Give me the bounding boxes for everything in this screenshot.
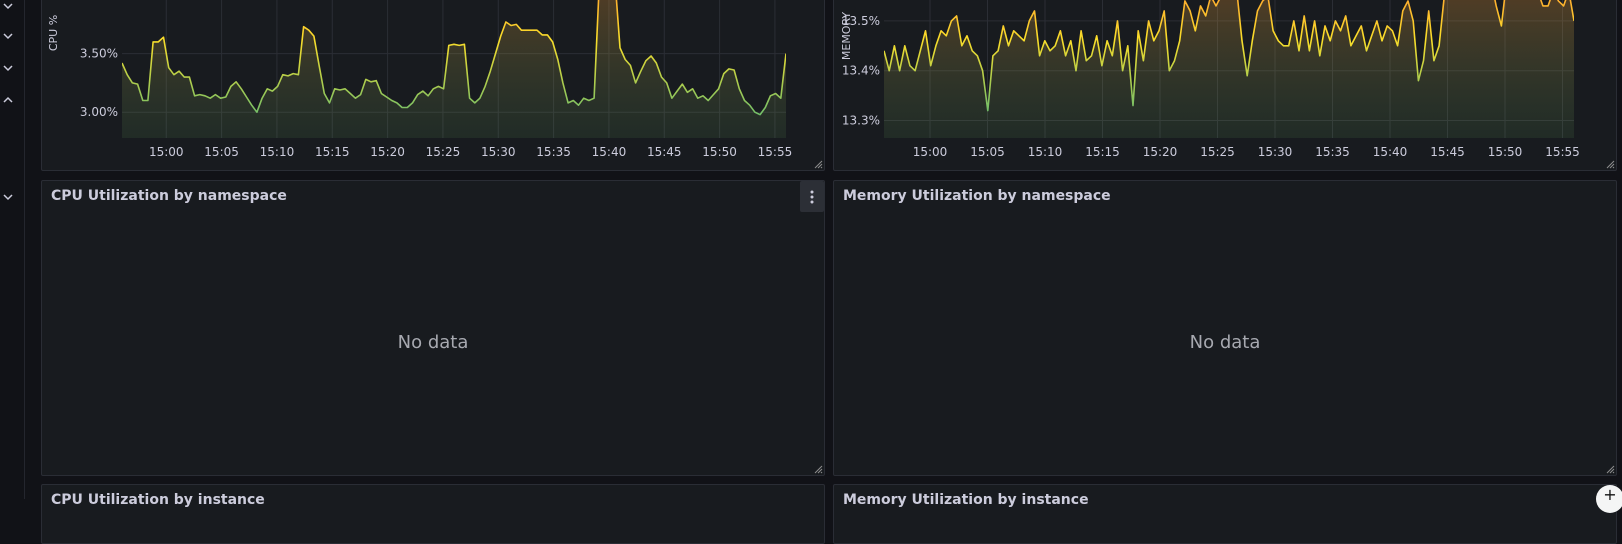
add-button[interactable]: + (1596, 485, 1622, 513)
no-data-message: No data (397, 332, 469, 353)
no-data-message: No data (1189, 332, 1261, 353)
memory-by-instance-panel: Memory Utilization by instance (833, 484, 1617, 544)
x-tick-label: 15:00 (149, 145, 184, 159)
cpu-by-instance-panel: CPU Utilization by instance (41, 484, 825, 544)
cpu-usage-panel: 4.00% 3.50% 3.00% 15:00 15:05 15:10 15:15 15:20… (41, 0, 825, 171)
x-tick-label: 15:10 (260, 145, 295, 159)
x-tick-label: 15:05 (204, 145, 239, 159)
x-tick-label: 15:50 (1488, 145, 1523, 159)
panel-title: CPU Utilization by namespace (51, 188, 287, 204)
x-tick-label: 15:25 (1200, 145, 1235, 159)
panel-title: CPU Utilization by instance (51, 492, 265, 508)
x-tick-label: 15:40 (592, 145, 627, 159)
x-tick-label: 15:25 (426, 145, 461, 159)
y-tick-label: 3.50% (80, 47, 118, 61)
x-tick-label: 15:35 (1315, 145, 1350, 159)
x-tick-label: 15:50 (702, 145, 737, 159)
x-tick-label: 15:10 (1028, 145, 1063, 159)
x-tick-label: 15:35 (536, 145, 571, 159)
y-tick-label: 13.4% (842, 64, 880, 78)
left-rail (0, 0, 25, 499)
y-tick-label: 3.00% (80, 105, 118, 119)
chevron-down-icon[interactable] (2, 192, 14, 202)
x-tick-label: 15:45 (647, 145, 682, 159)
x-tick-label: 15:15 (1085, 145, 1120, 159)
memory-by-namespace-panel: Memory Utilization by namespace No data (833, 180, 1617, 476)
panel-title: Memory Utilization by namespace (843, 188, 1111, 204)
x-tick-label: 15:55 (758, 145, 793, 159)
chevron-down-icon[interactable] (2, 1, 14, 11)
x-tick-label: 15:20 (1143, 145, 1178, 159)
x-tick-label: 15:40 (1373, 145, 1408, 159)
resize-handle-icon[interactable] (1605, 464, 1615, 474)
resize-handle-icon[interactable] (1605, 159, 1615, 169)
chevron-down-icon[interactable] (2, 63, 14, 73)
x-tick-label: 15:30 (1258, 145, 1293, 159)
y-axis-label: CPU % (47, 15, 60, 51)
resize-handle-icon[interactable] (813, 159, 823, 169)
x-tick-label: 15:15 (315, 145, 350, 159)
x-tick-label: 15:00 (913, 145, 948, 159)
x-tick-label: 15:20 (370, 145, 405, 159)
x-tick-label: 15:30 (481, 145, 516, 159)
panel-menu-button[interactable] (800, 181, 824, 212)
chevron-up-icon[interactable] (2, 95, 14, 105)
x-tick-label: 15:05 (970, 145, 1005, 159)
x-tick-label: 15:45 (1430, 145, 1465, 159)
memory-usage-chart: 13.5%13.4%13.3%15:00 15:05 15:10 15:15 15:20… (840, 0, 1580, 159)
cpu-by-namespace-panel: CPU Utilization by namespace No data (41, 180, 825, 476)
memory-usage-panel: 13.5% 13.4% 13.3% 15:00 15:05 15:10 15:15 15:20… (833, 0, 1617, 171)
panel-title: Memory Utilization by instance (843, 492, 1089, 508)
kebab-menu-icon (810, 190, 814, 203)
y-axis-label: MEMORY (840, 12, 853, 61)
y-tick-label: 4.00% (80, 0, 118, 2)
x-tick-label: 15:55 (1545, 145, 1580, 159)
y-tick-label: 13.3% (842, 114, 880, 128)
resize-handle-icon[interactable] (813, 464, 823, 474)
chevron-down-icon[interactable] (2, 31, 14, 41)
cpu-usage-chart: 4.00% 3.50% 3.00% 15:00 15:05 15:10 15:15 15:20… (47, 0, 793, 159)
